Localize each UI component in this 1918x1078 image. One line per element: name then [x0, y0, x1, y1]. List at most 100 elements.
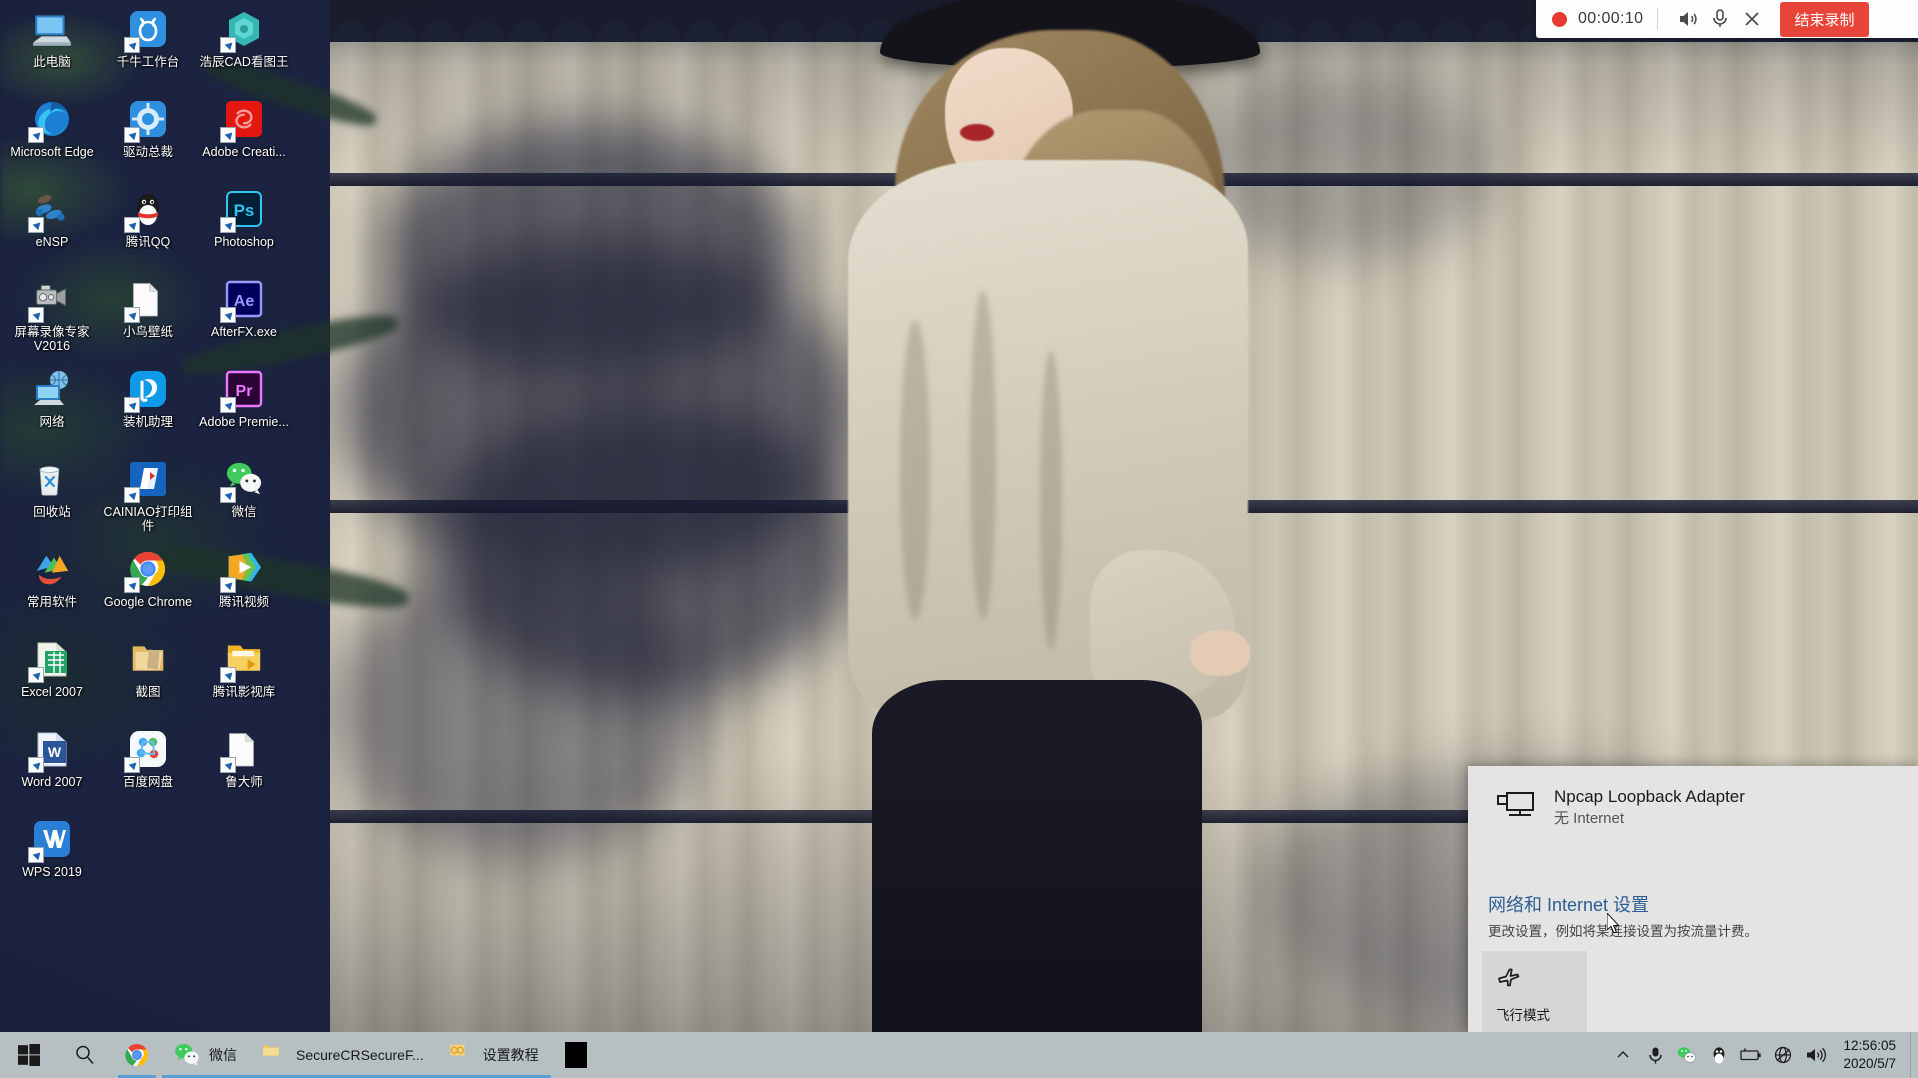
desktop-icon[interactable]: 腾讯视频: [196, 542, 292, 632]
desktop-icon-label: 微信: [231, 505, 257, 519]
shortcut-arrow-icon: [124, 217, 140, 233]
desktop-icon[interactable]: Microsoft Edge: [4, 92, 100, 182]
desktop-icon[interactable]: 百度网盘: [100, 722, 196, 812]
shortcut-arrow-icon: [124, 307, 140, 323]
airplane-mode-toggle[interactable]: 飞行模式: [1482, 951, 1587, 1032]
battery-icon[interactable]: [1738, 1040, 1764, 1070]
network-adapter-row[interactable]: Npcap Loopback Adapter 无 Internet: [1468, 766, 1918, 829]
shortcut-arrow-icon: [124, 487, 140, 503]
blank-document-icon: [220, 726, 267, 773]
desktop-icon[interactable]: Ps Photoshop: [196, 182, 292, 272]
taskbar-item-label: 设置教程: [482, 1047, 539, 1063]
recording-elapsed-time: 00:00:10: [1578, 10, 1644, 27]
desktop-icon-label: 截图: [135, 685, 161, 699]
install-assistant-icon: [124, 366, 171, 413]
desktop-icon[interactable]: W Word 2007: [4, 722, 100, 812]
close-icon[interactable]: [1736, 3, 1768, 35]
blank-document-icon: [124, 276, 171, 323]
shortcut-arrow-icon: [28, 217, 44, 233]
svg-text:W: W: [48, 744, 62, 760]
shortcut-arrow-icon: [220, 307, 236, 323]
network-icon: [29, 366, 75, 412]
desktop-icon[interactable]: 腾讯影视库: [196, 632, 292, 722]
taskbar-item[interactable]: [112, 1032, 162, 1078]
ensp-icon: [28, 186, 75, 233]
tencent-video-icon: [220, 546, 267, 593]
wps-office-icon: [28, 816, 75, 863]
taskbar-item[interactable]: SecureCRSecureF...: [249, 1032, 436, 1078]
taskbar-item[interactable]: [551, 1032, 601, 1078]
desktop-icon-label: WPS 2019: [22, 865, 82, 879]
qq-penguin-icon[interactable]: [1706, 1040, 1732, 1070]
shortcut-arrow-icon: [124, 127, 140, 143]
tencent-media-folder-icon: [220, 636, 267, 683]
desktop-icon[interactable]: 网络: [4, 362, 100, 452]
qianniu-icon: [124, 6, 171, 53]
desktop-icon[interactable]: 常用软件: [4, 542, 100, 632]
desktop-icon[interactable]: CAINIAO打印组件: [100, 452, 196, 542]
google-chrome-icon: [124, 1042, 150, 1068]
airplane-icon: [1496, 964, 1522, 995]
desktop-icon[interactable]: Ae AfterFX.exe: [196, 272, 292, 362]
desktop-icon[interactable]: 此电脑: [4, 2, 100, 92]
taskbar: 微信 SecureCRSecureF... 设置教程 12:56:05 2020/5…: [0, 1032, 1918, 1078]
desktop-icon[interactable]: 回收站: [4, 452, 100, 542]
google-chrome-icon: [124, 546, 171, 593]
desktop-icon-label: 回收站: [33, 505, 71, 519]
desktop-icon[interactable]: Pr Adobe Premie...: [196, 362, 292, 452]
gstarcad-viewer-icon: [220, 6, 267, 53]
desktop-icon[interactable]: WPS 2019: [4, 812, 100, 902]
shortcut-arrow-icon: [220, 217, 236, 233]
desktop-icon-label: 网络: [39, 415, 65, 429]
desktop-icon-label: 屏幕录像专家V2016: [14, 325, 90, 353]
tencent-qq-icon: [124, 186, 171, 233]
speaker-icon[interactable]: [1672, 3, 1704, 35]
desktop-icon[interactable]: Adobe Creati...: [196, 92, 292, 182]
desktop-icon[interactable]: 截图: [100, 632, 196, 722]
svg-text:Ps: Ps: [234, 201, 255, 220]
folder-icon: [261, 1042, 287, 1068]
taskbar-item[interactable]: 微信: [162, 1032, 249, 1078]
taskbar-items: 微信 SecureCRSecureF... 设置教程: [112, 1032, 601, 1078]
stop-recording-button[interactable]: 结束录制: [1780, 1, 1869, 37]
wechat-icon: [220, 456, 267, 503]
desktop-icon[interactable]: 驱动总裁: [100, 92, 196, 182]
desktop-icon-label: Photoshop: [214, 235, 274, 249]
excel-icon: [28, 636, 75, 683]
search-icon[interactable]: [58, 1032, 112, 1078]
microphone-icon[interactable]: [1642, 1040, 1668, 1070]
recycle-bin-icon: [29, 456, 75, 502]
taskbar-item[interactable]: 设置教程: [435, 1032, 551, 1078]
after-effects-icon: Ae: [220, 276, 267, 323]
network-and-internet-settings-link[interactable]: 网络和 Internet 设置: [1488, 891, 1649, 917]
microphone-icon[interactable]: [1704, 3, 1736, 35]
desktop-icon[interactable]: 微信: [196, 452, 292, 542]
chevron-up-icon[interactable]: [1610, 1040, 1636, 1070]
desktop-icon-label: 浩辰CAD看图王: [199, 55, 289, 69]
drive-master-icon: [124, 96, 171, 143]
network-globe-icon[interactable]: [1770, 1040, 1796, 1070]
show-desktop-button[interactable]: [1910, 1032, 1918, 1078]
volume-icon[interactable]: [1802, 1040, 1828, 1070]
desktop-icon[interactable]: 屏幕录像专家V2016: [4, 272, 100, 362]
desktop-icon[interactable]: 浩辰CAD看图王: [196, 2, 292, 92]
clock-date: 2020/5/7: [1843, 1056, 1896, 1071]
desktop-icon[interactable]: Google Chrome: [100, 542, 196, 632]
desktop-icon-label: 小鸟壁纸: [122, 325, 173, 339]
shortcut-arrow-icon: [220, 127, 236, 143]
desktop-icon[interactable]: eNSP: [4, 182, 100, 272]
desktop-icon[interactable]: 装机助理: [100, 362, 196, 452]
desktop-icon-label: Microsoft Edge: [10, 145, 94, 159]
windows-start-icon[interactable]: [0, 1032, 58, 1078]
toolbar-divider: [1657, 8, 1659, 30]
desktop-icon[interactable]: 腾讯QQ: [100, 182, 196, 272]
desktop-icon[interactable]: Excel 2007: [4, 632, 100, 722]
desktop-icon[interactable]: 鲁大师: [196, 722, 292, 812]
premiere-pro-icon: Pr: [220, 366, 267, 413]
desktop-icon-label: AfterFX.exe: [211, 325, 277, 339]
desktop-icon[interactable]: 千牛工作台: [100, 2, 196, 92]
airplane-mode-label: 飞行模式: [1496, 1008, 1550, 1023]
taskbar-clock[interactable]: 12:56:05 2020/5/7: [1835, 1032, 1910, 1078]
desktop-icon[interactable]: 小鸟壁纸: [100, 272, 196, 362]
wechat-icon[interactable]: [1674, 1040, 1700, 1070]
